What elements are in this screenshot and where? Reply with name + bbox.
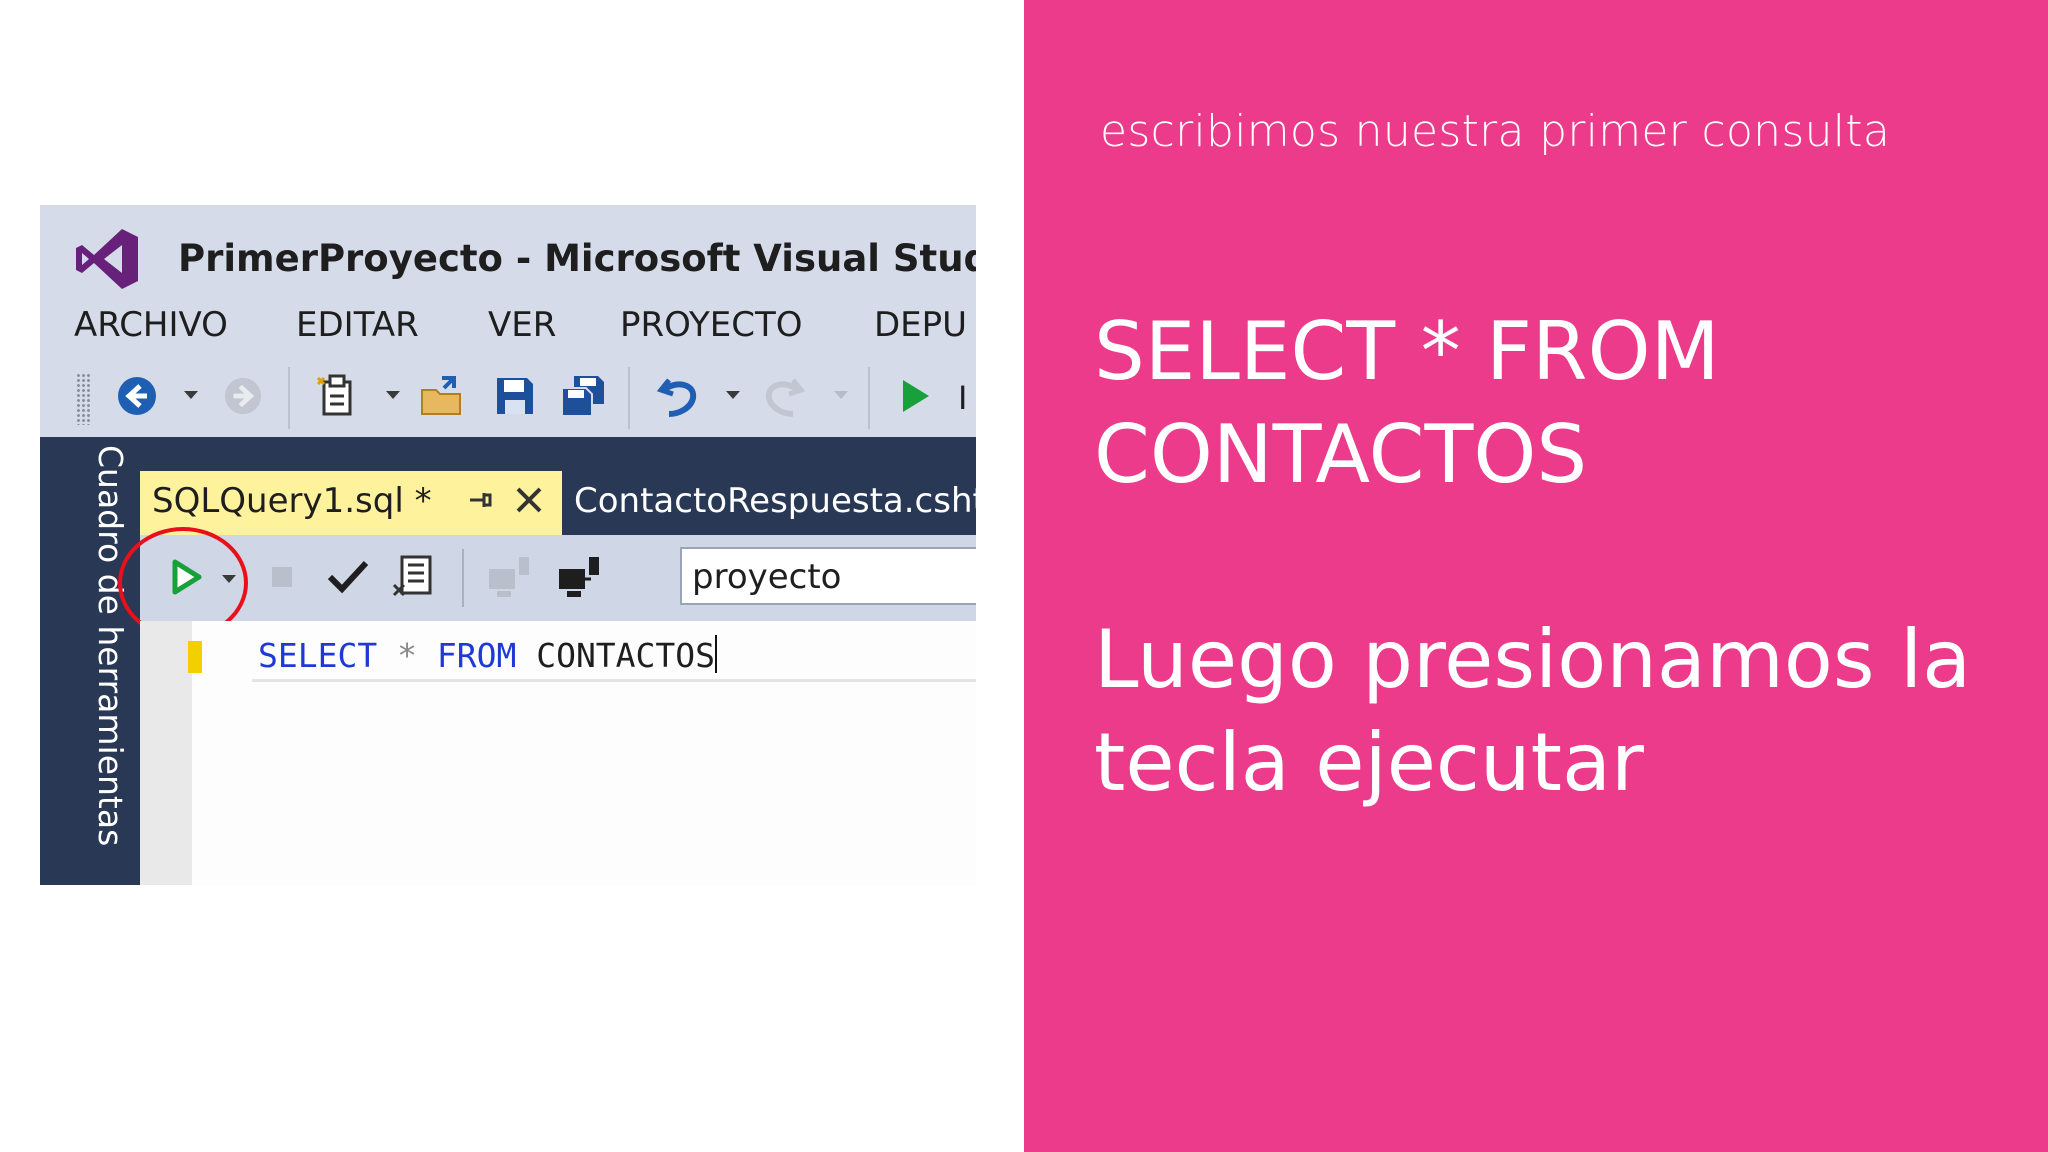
change-connection-icon[interactable] (554, 551, 606, 603)
editor-gutter (140, 621, 192, 885)
results-to-icon[interactable] (388, 551, 440, 603)
close-icon[interactable] (512, 483, 546, 517)
redo-dropdown-icon[interactable] (834, 391, 848, 399)
menu-ver[interactable]: VER (488, 305, 556, 345)
menu-bar: ARCHIVO EDITAR VER PROYECTO DEPU (40, 295, 976, 357)
toolbar-separator (288, 367, 290, 429)
standard-toolbar: I (40, 357, 976, 437)
start-debugging-icon[interactable] (892, 373, 938, 419)
redo-icon[interactable] (760, 373, 806, 419)
toolbox-label[interactable]: Cuadro de herramientas (91, 445, 130, 875)
code-line-1[interactable]: SELECT * FROM CONTACTOS (258, 635, 718, 675)
instruction-subtitle: escribimos nuestra primer consulta (1100, 106, 1891, 157)
toolbar-separator (462, 549, 464, 607)
database-selector[interactable]: proyecto (680, 547, 976, 605)
action-caption: Luego presionamos la tecla ejecutar (1094, 608, 1971, 814)
table-name: CONTACTOS (536, 636, 716, 675)
text-caret (715, 635, 718, 673)
pin-icon[interactable] (464, 485, 494, 515)
sql-editor[interactable]: SELECT * FROM CONTACTOS (140, 621, 976, 885)
query-caption-line-1: SELECT * FROM (1094, 305, 1720, 398)
action-caption-line-1: Luego presionamos la (1094, 613, 1972, 706)
operator-star: * (397, 636, 417, 675)
action-caption-line-2: tecla ejecutar (1094, 716, 1644, 809)
start-label[interactable]: I (958, 379, 967, 417)
menu-depurar[interactable]: DEPU (874, 305, 967, 345)
query-caption: SELECT * FROM CONTACTOS (1094, 300, 1720, 506)
keyword-from: FROM (436, 636, 517, 675)
query-caption-line-2: CONTACTOS (1094, 408, 1588, 501)
new-project-dropdown-icon[interactable] (386, 391, 400, 399)
undo-icon[interactable] (656, 373, 702, 419)
parse-checkmark-icon[interactable] (322, 551, 374, 603)
screenshot-area: PrimerProyecto - Microsoft Visual Studio… (0, 0, 1024, 1152)
toolbar-separator (628, 367, 630, 429)
title-bar: PrimerProyecto - Microsoft Visual Studio… (40, 205, 976, 295)
navigate-back-icon[interactable] (114, 373, 160, 419)
sql-editor-toolbar: proyecto (140, 535, 976, 621)
navigate-forward-icon[interactable] (220, 373, 266, 419)
open-file-icon[interactable] (420, 373, 466, 419)
cancel-query-icon[interactable] (256, 551, 308, 603)
tab-contactorespuesta[interactable]: ContactoRespuesta.csht (562, 471, 976, 535)
change-indicator (188, 641, 202, 673)
tab-sqlquery1[interactable]: SQLQuery1.sql * (140, 471, 562, 535)
toolbar-separator (868, 367, 870, 429)
save-all-icon[interactable] (560, 373, 606, 419)
connect-icon[interactable] (484, 551, 536, 603)
caption-panel: escribimos nuestra primer consulta SELEC… (1024, 0, 2048, 1152)
save-icon[interactable] (492, 373, 538, 419)
new-project-icon[interactable] (314, 373, 360, 419)
back-dropdown-icon[interactable] (184, 391, 198, 399)
visual-studio-logo-icon (76, 229, 138, 289)
menu-proyecto[interactable]: PROYECTO (620, 305, 803, 345)
visual-studio-window: PrimerProyecto - Microsoft Visual Studio… (40, 205, 976, 885)
database-selector-value: proyecto (692, 557, 842, 597)
tab-contactorespuesta-label: ContactoRespuesta.csht (574, 481, 976, 521)
tab-sqlquery1-label: SQLQuery1.sql * (152, 481, 432, 521)
current-line-highlight (252, 679, 976, 682)
toolbar-grip[interactable] (76, 373, 90, 425)
menu-editar[interactable]: EDITAR (296, 305, 419, 345)
window-title: PrimerProyecto - Microsoft Visual Studio… (178, 237, 976, 280)
menu-archivo[interactable]: ARCHIVO (74, 305, 228, 345)
undo-dropdown-icon[interactable] (726, 391, 740, 399)
keyword-select: SELECT (258, 636, 378, 675)
